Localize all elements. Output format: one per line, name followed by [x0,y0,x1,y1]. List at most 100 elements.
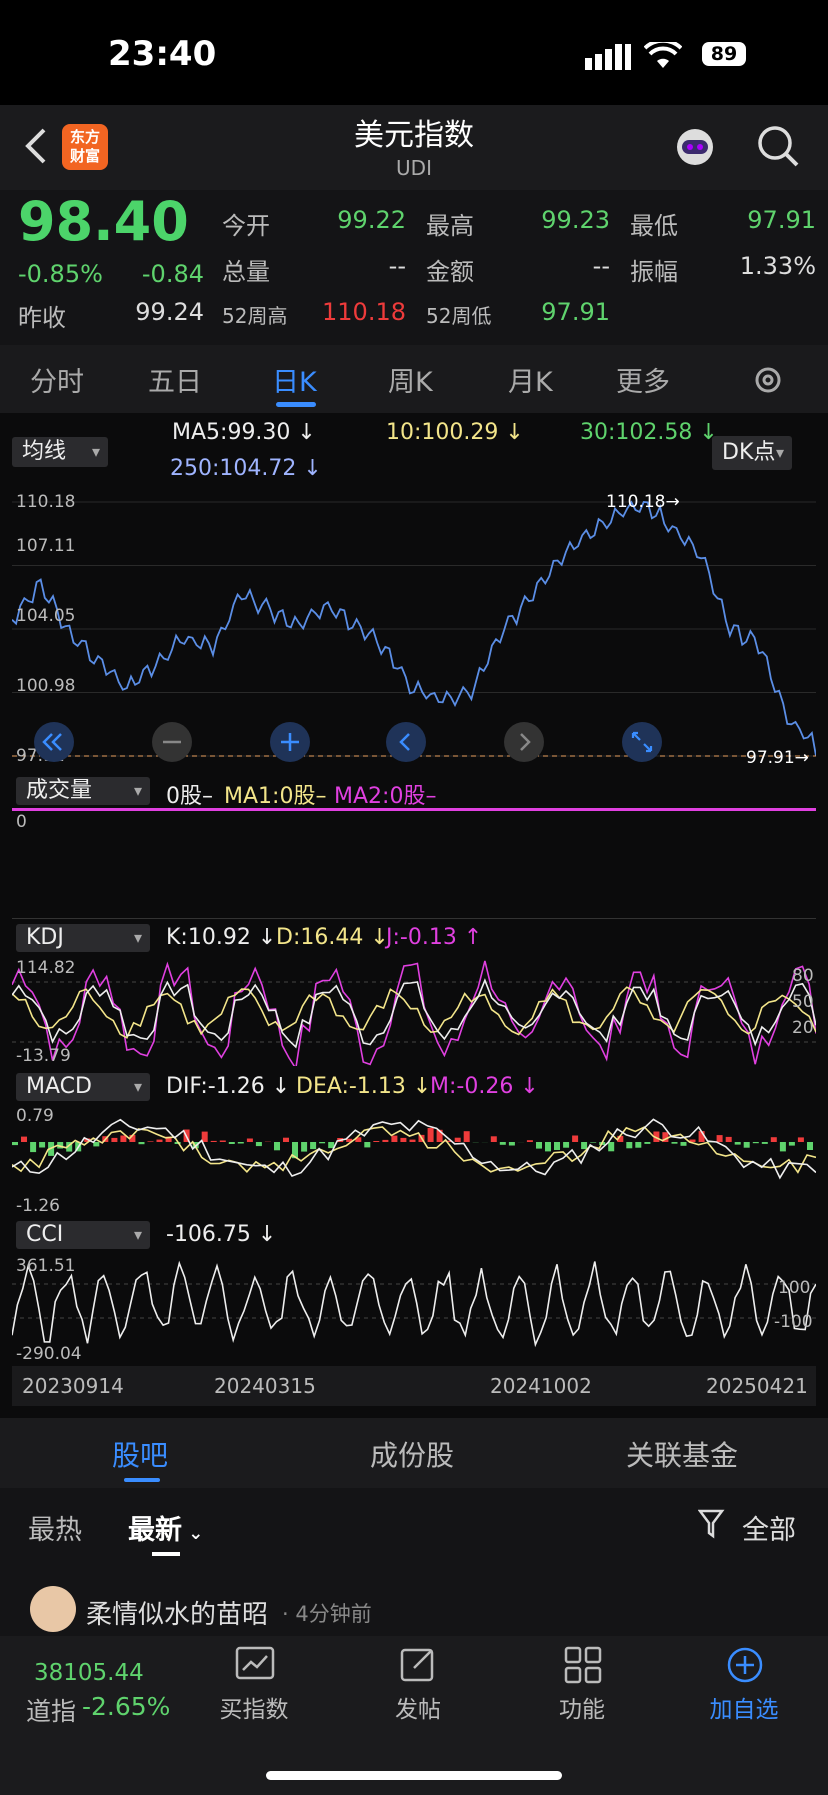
tab-monthly-k[interactable]: 月K [508,360,553,399]
tab-weekly-k[interactable]: 周K [388,360,433,399]
dow-index-name[interactable]: 道指 [26,1692,76,1728]
change-pct: -0.85% [18,260,103,288]
macd-bar [111,1137,118,1142]
scroll-left-fast-icon[interactable] [34,722,74,762]
volume-selector[interactable]: 成交量 [16,777,150,805]
search-icon[interactable] [756,124,800,168]
post-time: · 4分钟前 [282,1602,372,1626]
zoom-out-icon[interactable] [152,722,192,762]
macd-bar [120,1135,127,1142]
macd-bar [734,1142,741,1145]
macd-bar [310,1142,317,1150]
nav-post[interactable]: 发帖 [358,1690,478,1724]
apps-icon[interactable] [564,1646,602,1684]
cci-axis-100: 100 [778,1278,811,1298]
macd-bar [283,1137,289,1142]
macd-bar [590,1142,597,1143]
info-tab-indicator [124,1478,160,1482]
macd-bar [572,1135,579,1142]
tab-more[interactable]: 更多 [616,360,670,399]
date-label-1: 20230914 [22,1374,124,1398]
feed-tab-indicator [152,1552,180,1556]
volume-ma2-label: MA2:0股– [334,784,437,809]
macd-bar [147,1141,154,1142]
macd-bar [21,1136,27,1142]
tab-intraday[interactable]: 分时 [30,360,84,399]
settings-icon[interactable] [752,364,784,396]
robot-assistant-icon[interactable] [672,124,718,170]
macd-bar [228,1142,235,1144]
macd-bar [237,1142,244,1144]
last-price: 98.40 [18,190,189,253]
macd-bar [743,1142,750,1148]
nav-functions[interactable]: 功能 [522,1690,642,1724]
macd-bar [545,1142,551,1152]
macd-selector[interactable]: MACD [16,1073,150,1101]
scroll-left-icon[interactable] [386,722,426,762]
macd-bar [761,1142,768,1144]
macd-dif-label: DIF:-1.26 ↓ [166,1074,291,1099]
volume-value: -- [388,252,406,280]
ma10-label: 10:100.29 ↓ [386,420,524,445]
buy-index-icon[interactable] [235,1646,275,1682]
add-watchlist-icon[interactable] [726,1646,764,1684]
macd-bar [608,1142,615,1152]
kdj-selector[interactable]: KDJ [16,924,150,952]
macd-bar [454,1137,461,1142]
cci-axis-top: 361.51 [16,1256,76,1276]
tab-daily-k[interactable]: 日K [272,360,317,399]
date-axis [12,1366,816,1406]
ma30-label: 30:102.58 ↓ [580,420,718,445]
feed-tab-hot[interactable]: 最热 [28,1508,82,1547]
filter-all[interactable]: 全部 [742,1508,796,1547]
kdj-d-line [12,986,816,1039]
tab-constituents[interactable]: 成份股 [370,1434,454,1474]
macd-bar [752,1142,759,1144]
macd-bar [788,1142,795,1146]
filter-icon[interactable] [698,1508,726,1540]
date-label-2: 20240315 [214,1374,316,1398]
compose-icon[interactable] [400,1646,438,1684]
macd-bar [138,1142,145,1145]
dow-index-value[interactable]: 38105.44 [34,1660,144,1686]
date-label-4: 20250421 [706,1374,808,1398]
macd-bar [409,1139,416,1142]
macd-bar [400,1137,407,1142]
week52-high-label: 52周高 [222,304,288,328]
active-tab-indicator [276,402,316,407]
ma-selector[interactable]: 均线 [12,437,108,467]
open-label: 今开 [222,212,270,240]
fullscreen-icon[interactable] [622,722,662,762]
macd-bar [391,1135,398,1142]
nav-buy-index[interactable]: 买指数 [194,1690,314,1724]
kdj-axis-50: 50 [792,992,814,1012]
cci-selector[interactable]: CCI [16,1221,150,1249]
tab-five-day[interactable]: 五日 [148,360,202,399]
volume-value-label: 0股– [166,784,213,809]
macd-bar [382,1139,389,1142]
amplitude-value: 1.33% [739,252,816,280]
macd-bar [373,1141,380,1142]
high-label: 最高 [426,212,474,240]
tab-related-funds[interactable]: 关联基金 [626,1434,738,1474]
volume-axis-zero: 0 [16,812,27,832]
prev-close-label: 昨收 [18,304,66,332]
macd-bar [725,1136,732,1142]
tab-guba[interactable]: 股吧 [112,1434,168,1474]
post-username[interactable]: 柔情似水的苗昭 [86,1594,268,1631]
macd-bar [526,1140,533,1142]
macd-chart [12,1118,816,1180]
scroll-right-icon[interactable] [504,722,544,762]
feed-tab-latest[interactable]: 最新 ⌄ [128,1508,203,1547]
macd-bar [508,1142,515,1146]
zoom-in-icon[interactable] [270,722,310,762]
kdj-d-label: D:16.44 ↓ [276,925,389,950]
macd-bar [12,1142,18,1146]
dk-selector[interactable]: DK点 [712,436,792,470]
battery-indicator: 89 [702,42,746,66]
volume-ma1-label: MA1:0股– [224,784,327,809]
nav-add-watchlist[interactable]: 加自选 [684,1690,804,1724]
avatar[interactable] [30,1586,76,1632]
ma250-label: 250:104.72 ↓ [170,456,322,481]
dow-index-change[interactable]: -2.65% [82,1692,170,1721]
